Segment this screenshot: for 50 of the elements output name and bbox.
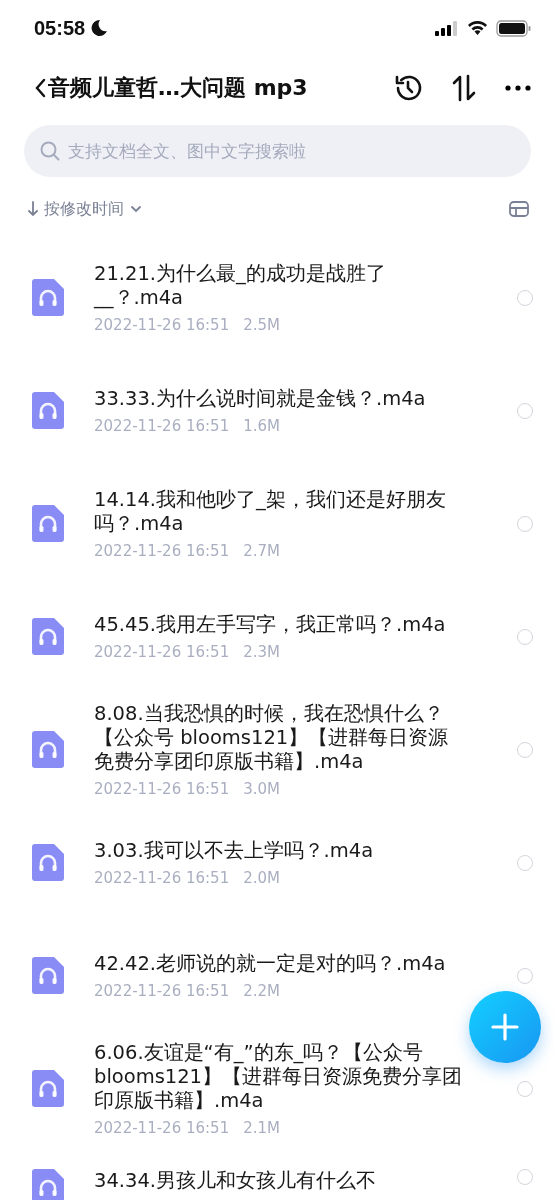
audio-file-icon (32, 731, 64, 768)
file-date: 2022-11-26 16:51 (94, 642, 230, 661)
add-button[interactable] (469, 991, 541, 1063)
audio-file-icon (32, 392, 64, 429)
file-date: 2022-11-26 16:51 (94, 868, 230, 887)
sort-dropdown[interactable]: 按修改时间 (28, 198, 142, 220)
audio-file-icon (32, 1070, 64, 1107)
status-time: 05:58 (34, 16, 86, 40)
file-size: 1.6M (243, 416, 280, 435)
file-size: 2.1M (243, 1118, 280, 1137)
file-size: 2.3M (243, 642, 280, 661)
file-size: 2.5M (243, 315, 280, 334)
audio-file-icon (32, 618, 64, 655)
more-icon[interactable] (505, 84, 531, 91)
folder-title: 音频儿童哲…大问题 mp3 (48, 73, 308, 102)
file-date: 2022-11-26 16:51 (94, 981, 230, 1000)
audio-file-icon (32, 844, 64, 881)
back-button[interactable]: 音频儿童哲…大问题 mp3 (34, 72, 393, 103)
file-name[interactable]: 14.14.我和他吵了_架，我们还是好朋友吗？.m4a (94, 487, 465, 536)
file-date: 2022-11-26 16:51 (94, 416, 230, 435)
battery-icon (496, 19, 531, 37)
file-name[interactable]: 42.42.老师说的就一定是对的吗？.m4a (94, 951, 465, 976)
wifi-icon (467, 20, 488, 36)
sort-icon[interactable] (451, 73, 477, 102)
audio-file-icon (32, 505, 64, 542)
file-date: 2022-11-26 16:51 (94, 315, 230, 334)
file-name[interactable]: 45.45.我用左手写字，我正常吗？.m4a (94, 612, 465, 637)
file-size: 2.7M (243, 541, 280, 560)
plus-icon (491, 1013, 519, 1041)
audio-file-icon (32, 957, 64, 994)
file-date: 2022-11-26 16:51 (94, 779, 230, 798)
file-size: 2.2M (243, 981, 280, 1000)
chevron-icon (130, 205, 142, 213)
file-name[interactable]: 21.21.为什么最_的成功是战胜了__？.m4a (94, 261, 465, 310)
signal-icon (435, 20, 459, 36)
file-date: 2022-11-26 16:51 (94, 1118, 230, 1137)
file-name[interactable]: 6.06.友谊是“有_”的东_吗？【公众号 blooms121】【进群每日资源免费分享团印原版书籍】.m4a (94, 1040, 465, 1113)
view-toggle-icon[interactable] (509, 201, 529, 217)
file-size: 2.0M (243, 868, 280, 887)
file-size: 3.0M (243, 779, 280, 798)
file-date: 2022-11-26 16:51 (94, 541, 230, 560)
file-name[interactable]: 8.08.当我恐惧的时候，我在恐惧什么？【公众号 blooms121】【进群每日资源免费分享团印原版书籍】.m4a (94, 701, 465, 774)
down-arrow-icon (28, 201, 38, 217)
file-name[interactable]: 33.33.为什么说时间就是金钱？.m4a (94, 386, 465, 411)
moon-icon (91, 19, 109, 37)
file-name[interactable]: 34.34.男孩儿和女孩儿有什么不 (94, 1169, 465, 1193)
file-name[interactable]: 3.03.我可以不去上学吗？.m4a (94, 838, 465, 863)
audio-file-icon (32, 279, 64, 316)
search-field[interactable]: 支持文档全文、图中文字搜索啦 (24, 125, 531, 177)
back-icon (34, 76, 46, 99)
